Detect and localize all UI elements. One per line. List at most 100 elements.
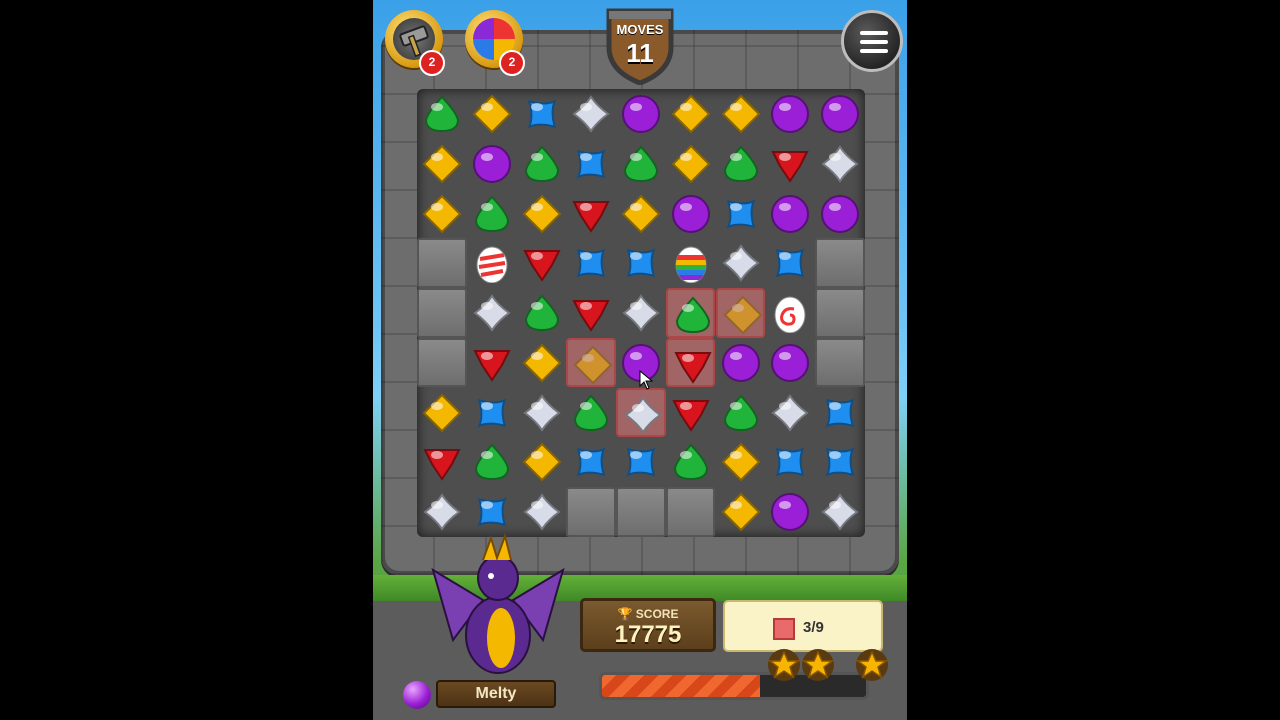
yellow-gem-icon[interactable] — [422, 144, 462, 184]
board-cell[interactable] — [467, 189, 517, 239]
red-gem-icon[interactable] — [422, 442, 462, 482]
board-cell[interactable] — [665, 337, 716, 388]
yellow-gem-icon[interactable] — [522, 343, 562, 383]
board-cell[interactable] — [467, 288, 517, 338]
blue-gem-icon[interactable] — [820, 442, 860, 482]
board-cell[interactable] — [467, 238, 517, 288]
board-cell[interactable] — [417, 388, 467, 438]
yellow-gem-icon[interactable] — [422, 194, 462, 234]
egg-rainbow-egg-icon[interactable] — [671, 243, 711, 284]
blue-gem-icon[interactable] — [472, 393, 512, 433]
yellow-gem-icon[interactable] — [621, 194, 661, 234]
board-cell[interactable] — [765, 238, 815, 288]
board-cell[interactable] — [716, 437, 766, 487]
board-cell[interactable] — [815, 189, 865, 239]
blue-gem-icon[interactable] — [571, 442, 611, 482]
board-cell[interactable] — [517, 89, 567, 139]
blue-gem-icon[interactable] — [721, 194, 761, 234]
purple-gem-icon[interactable] — [820, 194, 860, 234]
blue-gem-icon[interactable] — [522, 94, 562, 134]
board-cell[interactable] — [716, 388, 766, 438]
purple-gem-icon[interactable] — [671, 194, 711, 234]
purple-gem-icon[interactable] — [472, 144, 512, 184]
purple-gem-icon[interactable] — [621, 94, 661, 134]
board-cell[interactable] — [566, 337, 616, 388]
purple-gem-icon[interactable] — [770, 94, 810, 134]
board-cell[interactable] — [517, 388, 567, 438]
purple-gem-icon[interactable] — [721, 343, 761, 383]
board-cell[interactable] — [517, 238, 567, 288]
board-cell[interactable] — [716, 89, 766, 139]
board-cell[interactable] — [666, 388, 716, 438]
white-gem-icon[interactable] — [522, 492, 562, 532]
red-gem-icon[interactable] — [673, 345, 713, 385]
purple-gem-icon[interactable] — [770, 194, 810, 234]
board-cell[interactable] — [616, 288, 666, 338]
red-gem-icon[interactable] — [671, 393, 711, 433]
board-cell[interactable] — [616, 139, 666, 189]
purple-gem-icon[interactable] — [770, 343, 810, 383]
board-cell[interactable] — [815, 89, 865, 139]
white-gem-icon[interactable] — [770, 393, 810, 433]
board-cell[interactable] — [616, 189, 666, 239]
board-cell[interactable] — [666, 139, 716, 189]
blue-gem-icon[interactable] — [820, 393, 860, 433]
yellow-gem-icon[interactable] — [522, 194, 562, 234]
board-cell[interactable] — [417, 89, 467, 139]
board-cell[interactable] — [666, 437, 716, 487]
red-gem-icon[interactable] — [522, 243, 562, 283]
board-cell[interactable] — [566, 388, 616, 438]
blue-gem-icon[interactable] — [621, 243, 661, 283]
green-gem-icon[interactable] — [522, 144, 562, 184]
green-gem-icon[interactable] — [571, 393, 611, 433]
yellow-gem-icon[interactable] — [522, 442, 562, 482]
white-gem-icon[interactable] — [571, 94, 611, 134]
board-cell[interactable] — [417, 139, 467, 189]
board-cell[interactable] — [517, 189, 567, 239]
green-gem-icon[interactable] — [422, 94, 462, 134]
blue-gem-icon[interactable] — [472, 492, 512, 532]
board-cell[interactable] — [666, 189, 716, 239]
white-gem-icon[interactable] — [721, 243, 761, 283]
board-cell[interactable] — [417, 437, 467, 487]
board-cell[interactable] — [765, 487, 815, 537]
board-cell[interactable] — [517, 139, 567, 189]
board-cell[interactable] — [815, 487, 865, 537]
board-cell[interactable] — [517, 437, 567, 487]
egg-swirl-egg-icon[interactable] — [770, 293, 810, 334]
board-cell[interactable] — [467, 89, 517, 139]
menu-button[interactable] — [841, 10, 903, 72]
board-cell[interactable] — [665, 288, 716, 338]
board-cell[interactable] — [616, 89, 666, 139]
board-cell[interactable] — [616, 437, 666, 487]
purple-gem-icon[interactable] — [770, 492, 810, 532]
yellow-gem-icon[interactable] — [721, 442, 761, 482]
blue-gem-icon[interactable] — [571, 243, 611, 283]
yellow-gem-icon[interactable] — [472, 94, 512, 134]
red-gem-icon[interactable] — [571, 194, 611, 234]
game-board[interactable] — [417, 89, 865, 537]
board-cell[interactable] — [716, 189, 766, 239]
blue-gem-icon[interactable] — [571, 144, 611, 184]
board-cell[interactable] — [765, 338, 815, 388]
red-gem-icon[interactable] — [770, 144, 810, 184]
board-cell[interactable] — [815, 139, 865, 189]
board-cell[interactable] — [716, 487, 766, 537]
board-cell[interactable] — [815, 388, 865, 438]
green-gem-icon[interactable] — [673, 295, 713, 335]
yellow-gem-icon[interactable] — [721, 492, 761, 532]
magic-ball-powerup-button[interactable]: 2 — [465, 10, 525, 76]
egg-red-egg-icon[interactable] — [472, 243, 512, 284]
yellow-gem-icon[interactable] — [422, 393, 462, 433]
board-cell[interactable] — [566, 89, 616, 139]
yellow-gem-icon[interactable] — [723, 295, 763, 335]
board-cell[interactable] — [716, 338, 766, 388]
red-gem-icon[interactable] — [472, 343, 512, 383]
green-gem-icon[interactable] — [472, 442, 512, 482]
green-gem-icon[interactable] — [671, 442, 711, 482]
board-cell[interactable] — [666, 238, 716, 288]
white-gem-icon[interactable] — [422, 492, 462, 532]
board-cell[interactable] — [765, 437, 815, 487]
board-cell[interactable] — [765, 388, 815, 438]
board-cell[interactable] — [467, 437, 517, 487]
